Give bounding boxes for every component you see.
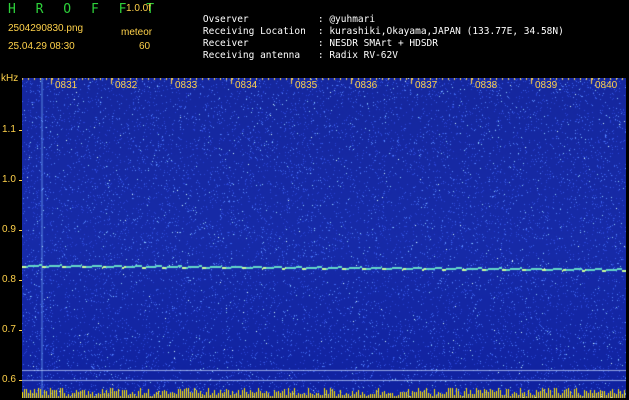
- time-tick-label: 0833: [175, 80, 198, 91]
- spectrogram-canvas: [22, 78, 626, 398]
- y-tick-label: 0.9: [2, 224, 16, 235]
- file-name: 2504290830.png: [8, 23, 84, 34]
- time-tick-label: 0839: [535, 80, 558, 91]
- time-tick-label: 0831: [55, 80, 78, 91]
- y-tick-label: 1.1: [2, 124, 16, 135]
- info-antenna-value: : Radix RV-62V: [317, 50, 398, 61]
- y-tick-label: 1.0: [2, 174, 16, 185]
- capture-datetime: 25.04.29 08:30: [8, 41, 75, 52]
- info-antenna: Receiving antenna : Radix RV-62V: [180, 39, 398, 72]
- hrofft-window: H R O F F T 1.0.0f 2504290830.png 25.04.…: [0, 0, 629, 400]
- meteor-count: 60: [139, 41, 151, 52]
- y-tick-label: 0.7: [2, 324, 16, 335]
- time-tick-label: 0837: [415, 80, 438, 91]
- y-tick-label: 0.8: [2, 274, 16, 285]
- app-version: 1.0.0f: [126, 3, 152, 14]
- y-axis-unit: kHz: [1, 73, 19, 84]
- time-tick-label: 0840: [595, 80, 618, 91]
- observation-mode: meteor: [121, 27, 153, 38]
- info-antenna-label: Receiving antenna: [202, 50, 301, 61]
- y-tick-label: 0.6: [2, 374, 16, 385]
- spectrogram-plot: [22, 78, 626, 398]
- time-tick-label: 0832: [115, 80, 138, 91]
- time-tick-label: 0834: [235, 80, 258, 91]
- time-tick-label: 0838: [475, 80, 498, 91]
- time-tick-label: 0835: [295, 80, 318, 91]
- time-tick-label: 0836: [355, 80, 378, 91]
